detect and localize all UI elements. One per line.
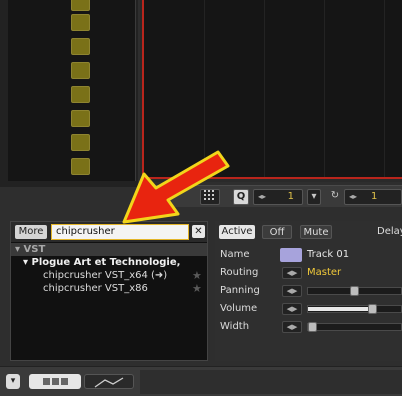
steps-field[interactable]: ◂▸ 1 <box>253 189 303 205</box>
track-name-field[interactable]: Track 01 <box>307 248 349 262</box>
triangle-down-icon: ▾ <box>23 257 29 268</box>
slider-handle[interactable] <box>308 322 317 332</box>
swing-field[interactable]: ◂▸ 1 <box>344 189 402 205</box>
routing-label: Routing <box>220 267 259 278</box>
width-label: Width <box>220 321 250 332</box>
browser-header: More chipcrusher ✕ <box>11 222 207 242</box>
drum-pad[interactable] <box>71 134 90 151</box>
search-input[interactable]: chipcrusher <box>51 224 189 240</box>
list-item[interactable]: chipcrusher VST_x86 <box>43 282 148 295</box>
active-button[interactable]: Active <box>219 225 255 239</box>
volume-label: Volume <box>220 303 258 314</box>
chevron-down-icon[interactable]: ▾ <box>307 189 321 205</box>
drum-pad[interactable] <box>71 62 90 79</box>
mute-button[interactable]: Mute <box>300 225 332 239</box>
track-color-swatch[interactable] <box>280 248 302 262</box>
more-button[interactable]: More <box>15 225 47 239</box>
plugin-browser: More chipcrusher ✕ ▾ VST ▾ Plogue Art et… <box>10 221 208 361</box>
routing-value[interactable]: Master <box>307 266 341 280</box>
sequencer-area <box>140 0 402 182</box>
off-button[interactable]: Off <box>262 225 292 239</box>
steps-value: 1 <box>287 191 294 202</box>
slider-handle[interactable] <box>368 304 377 314</box>
pattern-editor[interactable] <box>142 0 402 179</box>
slider-handle[interactable] <box>350 286 359 296</box>
star-icon[interactable]: ★ <box>192 282 202 295</box>
slider-fill <box>308 307 368 311</box>
grid-icon[interactable] <box>200 189 220 205</box>
stepper-arrows-icon[interactable]: ◀▶ <box>282 285 302 297</box>
list-view-icon[interactable] <box>29 374 81 389</box>
stepper-arrows-icon[interactable]: ◀▶ <box>282 321 302 333</box>
pad-column <box>8 0 136 181</box>
bottom-bar: ▾ <box>0 366 402 396</box>
vendor-label: Plogue Art et Technologie, <box>31 257 181 268</box>
triangle-down-icon: ▾ <box>15 244 21 255</box>
swing-value: 1 <box>371 191 378 202</box>
name-label: Name <box>220 249 250 260</box>
chevron-down-icon[interactable]: ▾ <box>6 374 20 389</box>
drum-pad[interactable] <box>71 38 90 55</box>
volume-slider[interactable] <box>307 304 402 314</box>
stepper-arrows-icon[interactable]: ◂▸ <box>349 190 357 204</box>
status-area <box>140 370 402 394</box>
drum-pad[interactable] <box>71 86 90 103</box>
drum-pad[interactable] <box>71 14 90 31</box>
tree-category[interactable]: ▾ VST <box>11 243 207 256</box>
stepper-arrows-icon[interactable]: ◀▶ <box>282 303 302 315</box>
pad-panel <box>0 0 138 187</box>
stepper-arrows-icon[interactable]: ◂▸ <box>258 190 266 204</box>
drum-pad[interactable] <box>71 110 90 127</box>
app-window: Q ◂▸ 1 ▾ ↻ ◂▸ 1 More chipcrusher ✕ ▾ VST… <box>0 0 402 396</box>
automation-icon[interactable] <box>84 374 134 389</box>
drum-pad[interactable] <box>71 158 90 175</box>
tree-vendor[interactable]: ▾ Plogue Art et Technologie, <box>23 256 180 269</box>
close-icon[interactable]: ✕ <box>192 225 205 238</box>
panning-label: Panning <box>220 285 260 296</box>
delay-label: Delay <box>377 226 402 237</box>
width-slider[interactable] <box>307 322 402 332</box>
stepper-arrows-icon[interactable]: ◀▶ <box>282 267 302 279</box>
track-inspector: Active Off Mute Delay Name Track 01 Rout… <box>215 221 402 361</box>
star-icon[interactable]: ★ <box>192 269 202 282</box>
loop-icon[interactable]: ↻ <box>328 189 342 205</box>
panning-slider[interactable] <box>307 286 402 296</box>
editor-toolbar: Q ◂▸ 1 ▾ ↻ ◂▸ 1 <box>140 185 402 207</box>
quantize-button[interactable]: Q <box>233 189 249 205</box>
drum-pad[interactable] <box>71 0 90 11</box>
list-item[interactable]: chipcrusher VST_x64 (➜) <box>43 269 167 282</box>
category-label: VST <box>23 244 46 255</box>
